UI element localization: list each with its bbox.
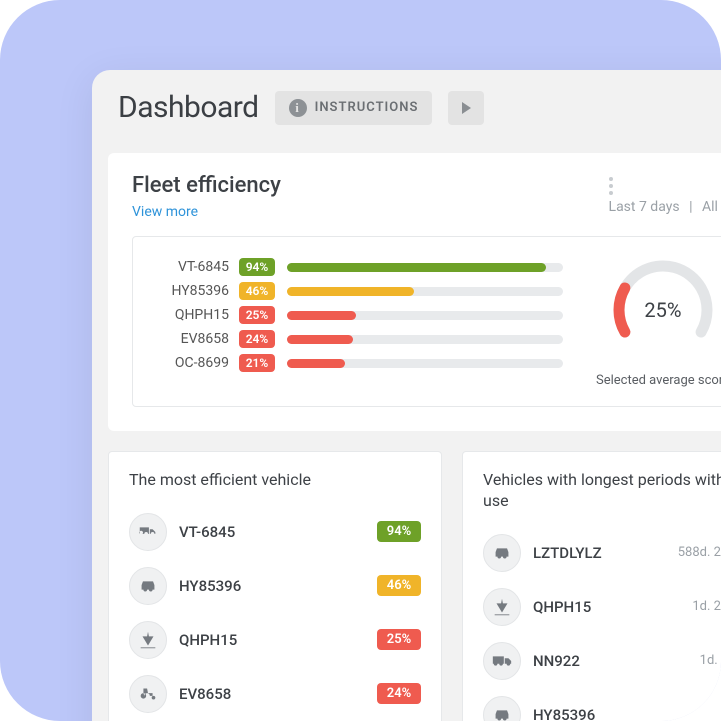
list-item[interactable]: QHPH15 1d. 22h 33min (483, 580, 721, 634)
instructions-label: INSTRUCTIONS (315, 100, 419, 115)
card-menu-icon[interactable] (609, 173, 721, 195)
info-icon: i (289, 99, 307, 117)
view-more-link[interactable]: View more (132, 204, 198, 220)
bar-track (287, 359, 563, 368)
list-item[interactable]: QHPH15 25% (129, 613, 421, 667)
longest-idle-card: Vehicles with longest periods without us… (462, 451, 721, 721)
efficiency-bars: VT-6845 94% HY85396 46% QHPH15 25% EV865… (151, 255, 563, 388)
bar-fill (287, 359, 345, 368)
bar-track (287, 287, 563, 296)
bar-row: VT-6845 94% (151, 255, 563, 279)
bar-fill (287, 263, 546, 272)
bar-track (287, 263, 563, 272)
scope-label: All vehicles (702, 199, 721, 215)
vehicle-name: EV8658 (179, 685, 365, 703)
car-icon (129, 567, 167, 605)
vehicle-name: QHPH15 (533, 598, 680, 616)
most-efficient-title: The most efficient vehicle (129, 470, 421, 491)
car-icon (483, 696, 521, 721)
list-item[interactable]: NN922 1d. 2h 49min (483, 634, 721, 688)
bar-row: QHPH15 25% (151, 303, 563, 327)
car-icon (483, 534, 521, 572)
vehicle-name: VT-6845 (179, 523, 365, 541)
idle-time: 1d. 22h 33min (692, 599, 721, 614)
list-item[interactable]: HY85396 23h 59min (483, 688, 721, 721)
bar-badge: 25% (239, 306, 275, 324)
score-badge: 46% (377, 575, 421, 596)
list-item[interactable]: VT-6845 94% (129, 505, 421, 559)
page-title: Dashboard (118, 90, 259, 125)
score-badge: 94% (377, 521, 421, 542)
idle-time: 23h 59min (714, 707, 721, 721)
bar-row: HY85396 46% (151, 279, 563, 303)
play-icon (462, 102, 471, 114)
bar-row: OC-8699 21% (151, 351, 563, 375)
play-button[interactable] (448, 91, 484, 125)
bar-label: EV8658 (151, 331, 229, 347)
topbar: Dashboard i INSTRUCTIONS (92, 70, 721, 153)
bar-label: VT-6845 (151, 259, 229, 275)
truck-icon (129, 513, 167, 551)
instructions-button[interactable]: i INSTRUCTIONS (275, 91, 433, 125)
idle-time: 588d. 20h 57min (678, 545, 721, 560)
vehicle-name: LZTDLYLZ (533, 544, 666, 562)
bar-fill (287, 287, 414, 296)
most-efficient-card: The most efficient vehicle VT-6845 94% H… (108, 451, 442, 721)
idle-time: 1d. 2h 49min (700, 653, 721, 668)
boat-icon (483, 588, 521, 626)
bar-badge: 24% (239, 330, 275, 348)
bar-fill (287, 335, 353, 344)
list-item[interactable]: LZTDLYLZ 588d. 20h 57min (483, 526, 721, 580)
range-label: Last 7 days (609, 199, 680, 215)
boat-icon (129, 621, 167, 659)
bar-row: EV8658 24% (151, 327, 563, 351)
vehicle-name: HY85396 (179, 577, 365, 595)
score-badge: 25% (377, 629, 421, 650)
bar-badge: 46% (239, 282, 275, 300)
bar-label: OC-8699 (151, 355, 229, 371)
bar-track (287, 335, 563, 344)
bar-badge: 94% (239, 258, 275, 276)
longest-idle-title: Vehicles with longest periods without us… (483, 470, 721, 512)
tractor-icon (129, 675, 167, 713)
vehicle-name: NN922 (533, 652, 688, 670)
list-item[interactable]: EV8658 24% (129, 667, 421, 721)
bar-label: QHPH15 (151, 307, 229, 323)
fleet-efficiency-card: Fleet efficiency View more Last 7 days |… (108, 153, 721, 431)
bar-fill (287, 311, 356, 320)
gauge-wrap: 25% Selected average score (573, 255, 721, 388)
score-badge: 24% (377, 683, 421, 704)
vehicle-name: QHPH15 (179, 631, 365, 649)
card-meta: Last 7 days | All vehicles (609, 199, 721, 215)
lorry-icon (483, 642, 521, 680)
list-item[interactable]: HY85396 46% (129, 559, 421, 613)
bar-label: HY85396 (151, 283, 229, 299)
bar-badge: 21% (239, 354, 275, 372)
app-window: Dashboard i INSTRUCTIONS Fleet efficienc… (92, 70, 721, 721)
bar-track (287, 311, 563, 320)
efficiency-panel: VT-6845 94% HY85396 46% QHPH15 25% EV865… (132, 236, 721, 407)
vehicle-name: HY85396 (533, 706, 702, 721)
card-title: Fleet efficiency (132, 173, 281, 198)
gauge: 25% (608, 255, 718, 365)
gauge-value: 25% (608, 255, 718, 365)
